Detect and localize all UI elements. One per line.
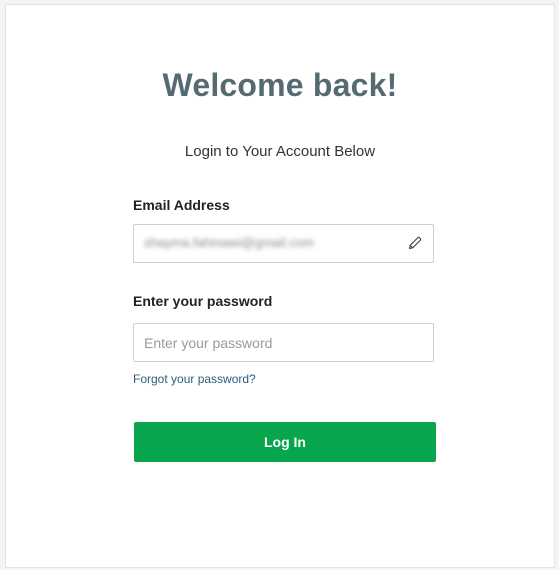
login-button[interactable]: Log In [134, 422, 436, 462]
page-subtitle: Login to Your Account Below [184, 143, 376, 160]
forgot-password-link[interactable]: Forgot your password? [133, 372, 256, 386]
email-field[interactable]: shayma.fahmawi@gmail.com [133, 224, 434, 263]
password-field-box[interactable] [133, 323, 434, 362]
password-label: Enter your password [133, 293, 273, 309]
password-input[interactable] [134, 324, 433, 361]
pencil-icon[interactable] [407, 235, 423, 251]
login-card: Welcome back! Login to Your Account Belo… [5, 4, 555, 568]
page-title: Welcome back! [162, 67, 398, 103]
email-label: Email Address [133, 197, 230, 213]
email-value: shayma.fahmawi@gmail.com [144, 235, 314, 250]
